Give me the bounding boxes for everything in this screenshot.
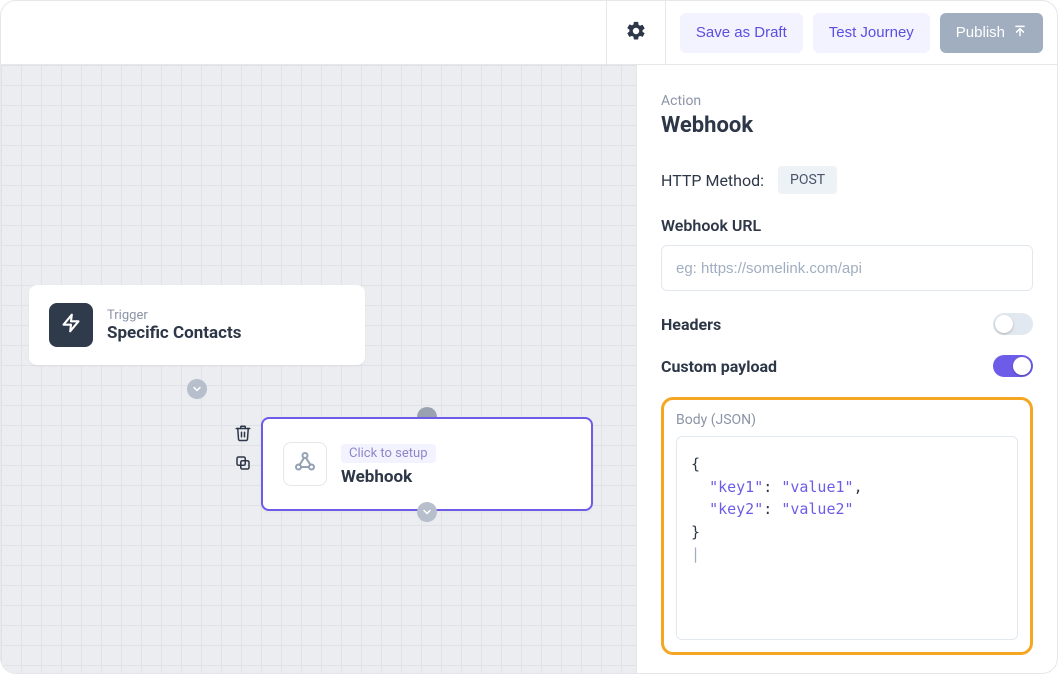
action-title: Webhook — [341, 467, 436, 487]
action-eyebrow: Click to setup — [341, 444, 436, 463]
publish-button[interactable]: Publish — [940, 13, 1043, 53]
http-method-row: HTTP Method: POST — [661, 166, 1033, 194]
save-draft-button[interactable]: Save as Draft — [680, 13, 803, 53]
panel-eyebrow: Action — [661, 93, 1033, 109]
header-buttons: Save as Draft Test Journey Publish — [680, 13, 1043, 53]
property-panel: Action Webhook HTTP Method: POST Webhook… — [637, 65, 1057, 673]
body-json-highlight: Body (JSON) { "key1": "value1", "key2": … — [661, 397, 1033, 655]
trigger-icon-box — [49, 303, 93, 347]
http-method-value[interactable]: POST — [778, 166, 837, 194]
webhook-icon — [293, 450, 317, 478]
action-text: Click to setup Webhook — [341, 442, 436, 487]
headers-toggle[interactable] — [993, 313, 1033, 335]
action-node[interactable]: Click to setup Webhook — [261, 417, 593, 511]
publish-label: Publish — [956, 24, 1005, 41]
http-method-label: HTTP Method: — [661, 171, 764, 190]
webhook-url-input[interactable] — [661, 245, 1033, 291]
delete-node-button[interactable] — [233, 425, 253, 445]
custom-payload-toggle[interactable] — [993, 355, 1033, 377]
test-journey-button[interactable]: Test Journey — [813, 13, 930, 53]
publish-icon — [1013, 24, 1027, 42]
headers-label: Headers — [661, 315, 721, 334]
headers-row: Headers — [661, 313, 1033, 335]
action-output-port[interactable] — [417, 502, 437, 522]
journey-canvas[interactable]: Trigger Specific Contacts — [1, 65, 637, 673]
webhook-url-label: Webhook URL — [661, 216, 1033, 235]
panel-title: Webhook — [661, 113, 1033, 138]
trigger-eyebrow: Trigger — [107, 308, 241, 323]
body-json-editor[interactable]: { "key1": "value1", "key2": "value2" } | — [676, 436, 1018, 640]
main-area: Trigger Specific Contacts — [1, 65, 1057, 673]
toggle-knob — [995, 315, 1013, 333]
trigger-title: Specific Contacts — [107, 323, 241, 343]
settings-button[interactable] — [606, 1, 666, 65]
lightning-icon — [61, 313, 81, 337]
copy-icon — [234, 454, 252, 476]
trigger-output-port[interactable] — [187, 379, 207, 399]
duplicate-node-button[interactable] — [233, 455, 253, 475]
top-bar: Save as Draft Test Journey Publish — [1, 1, 1057, 65]
app-shell: Save as Draft Test Journey Publish — [0, 0, 1058, 674]
trigger-node[interactable]: Trigger Specific Contacts — [29, 285, 365, 365]
action-icon-box — [283, 442, 327, 486]
body-label: Body (JSON) — [676, 412, 1018, 428]
custom-payload-label: Custom payload — [661, 357, 777, 376]
trigger-text: Trigger Specific Contacts — [107, 308, 241, 343]
trash-icon — [234, 424, 252, 446]
toggle-knob — [1013, 357, 1031, 375]
custom-payload-row: Custom payload — [661, 355, 1033, 377]
gear-icon — [625, 20, 647, 46]
node-side-actions — [233, 425, 253, 475]
